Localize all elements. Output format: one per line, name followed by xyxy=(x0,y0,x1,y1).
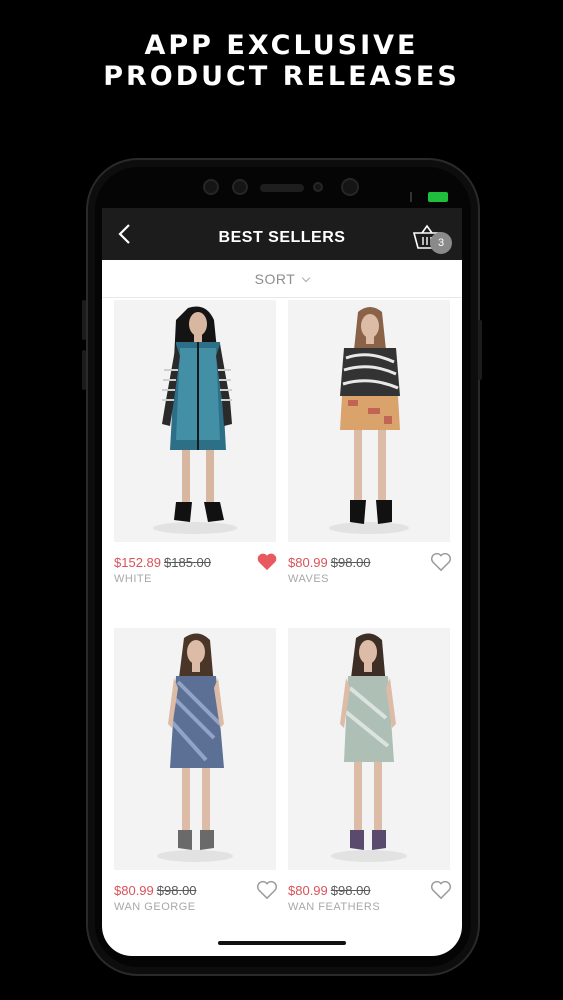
product-price: $80.99 $98.00 xyxy=(114,883,197,898)
product-name: WHITE xyxy=(114,573,152,585)
phone-power-button xyxy=(478,320,482,380)
promo-line-1: APP EXCLUSIVE xyxy=(144,30,419,61)
heart-outline-icon[interactable] xyxy=(256,880,278,900)
sale-price: $80.99 xyxy=(114,883,154,898)
phone-side-button xyxy=(82,350,86,390)
promo-line-2: PRODUCT RELEASES xyxy=(103,61,460,92)
app-screen: BEST SELLERS 3 SORT $152.89 $185.00 WHIT… xyxy=(102,208,462,956)
product-price: $152.89 $185.00 xyxy=(114,555,211,570)
original-price: $98.00 xyxy=(330,883,371,898)
sort-label[interactable]: SORT xyxy=(255,271,296,287)
model-photo-illustration xyxy=(288,300,450,542)
chevron-down-icon xyxy=(302,273,311,283)
product-name: WAN GEORGE xyxy=(114,901,196,913)
product-price: $80.99 $98.00 xyxy=(288,883,371,898)
product-name: WAVES xyxy=(288,573,330,585)
product-price: $80.99 $98.00 xyxy=(288,555,371,570)
sort-bar[interactable]: SORT xyxy=(102,260,462,298)
sale-price: $80.99 xyxy=(288,555,328,570)
promo-heading: APP EXCLUSIVE PRODUCT RELEASES xyxy=(0,30,563,92)
heart-filled-icon[interactable] xyxy=(256,552,278,572)
sale-price: $152.89 xyxy=(114,555,161,570)
product-name: WAN FEATHERS xyxy=(288,901,381,913)
product-image[interactable] xyxy=(288,300,450,542)
navigation-bar: BEST SELLERS 3 xyxy=(102,208,462,260)
back-arrow-icon[interactable] xyxy=(116,223,134,245)
product-image[interactable] xyxy=(114,628,276,870)
model-photo-illustration xyxy=(114,300,276,542)
home-indicator[interactable] xyxy=(218,941,346,945)
phone-side-button xyxy=(82,300,86,340)
camera-sensor xyxy=(203,179,219,195)
sale-price: $80.99 xyxy=(288,883,328,898)
product-image[interactable] xyxy=(288,628,450,870)
original-price: $98.00 xyxy=(156,883,197,898)
model-photo-illustration xyxy=(114,628,276,870)
heart-outline-icon[interactable] xyxy=(430,552,452,572)
original-price: $185.00 xyxy=(164,555,211,570)
signal-icon xyxy=(410,192,424,202)
front-camera xyxy=(341,178,359,196)
model-photo-illustration xyxy=(288,628,450,870)
heart-outline-icon[interactable] xyxy=(430,880,452,900)
original-price: $98.00 xyxy=(330,555,371,570)
camera-sensor xyxy=(232,179,248,195)
page-title: BEST SELLERS xyxy=(218,229,346,246)
cart-count-badge[interactable]: 3 xyxy=(430,232,452,254)
proximity-sensor xyxy=(313,182,323,192)
product-image[interactable] xyxy=(114,300,276,542)
phone-speaker xyxy=(260,184,304,192)
battery-icon xyxy=(428,192,448,202)
